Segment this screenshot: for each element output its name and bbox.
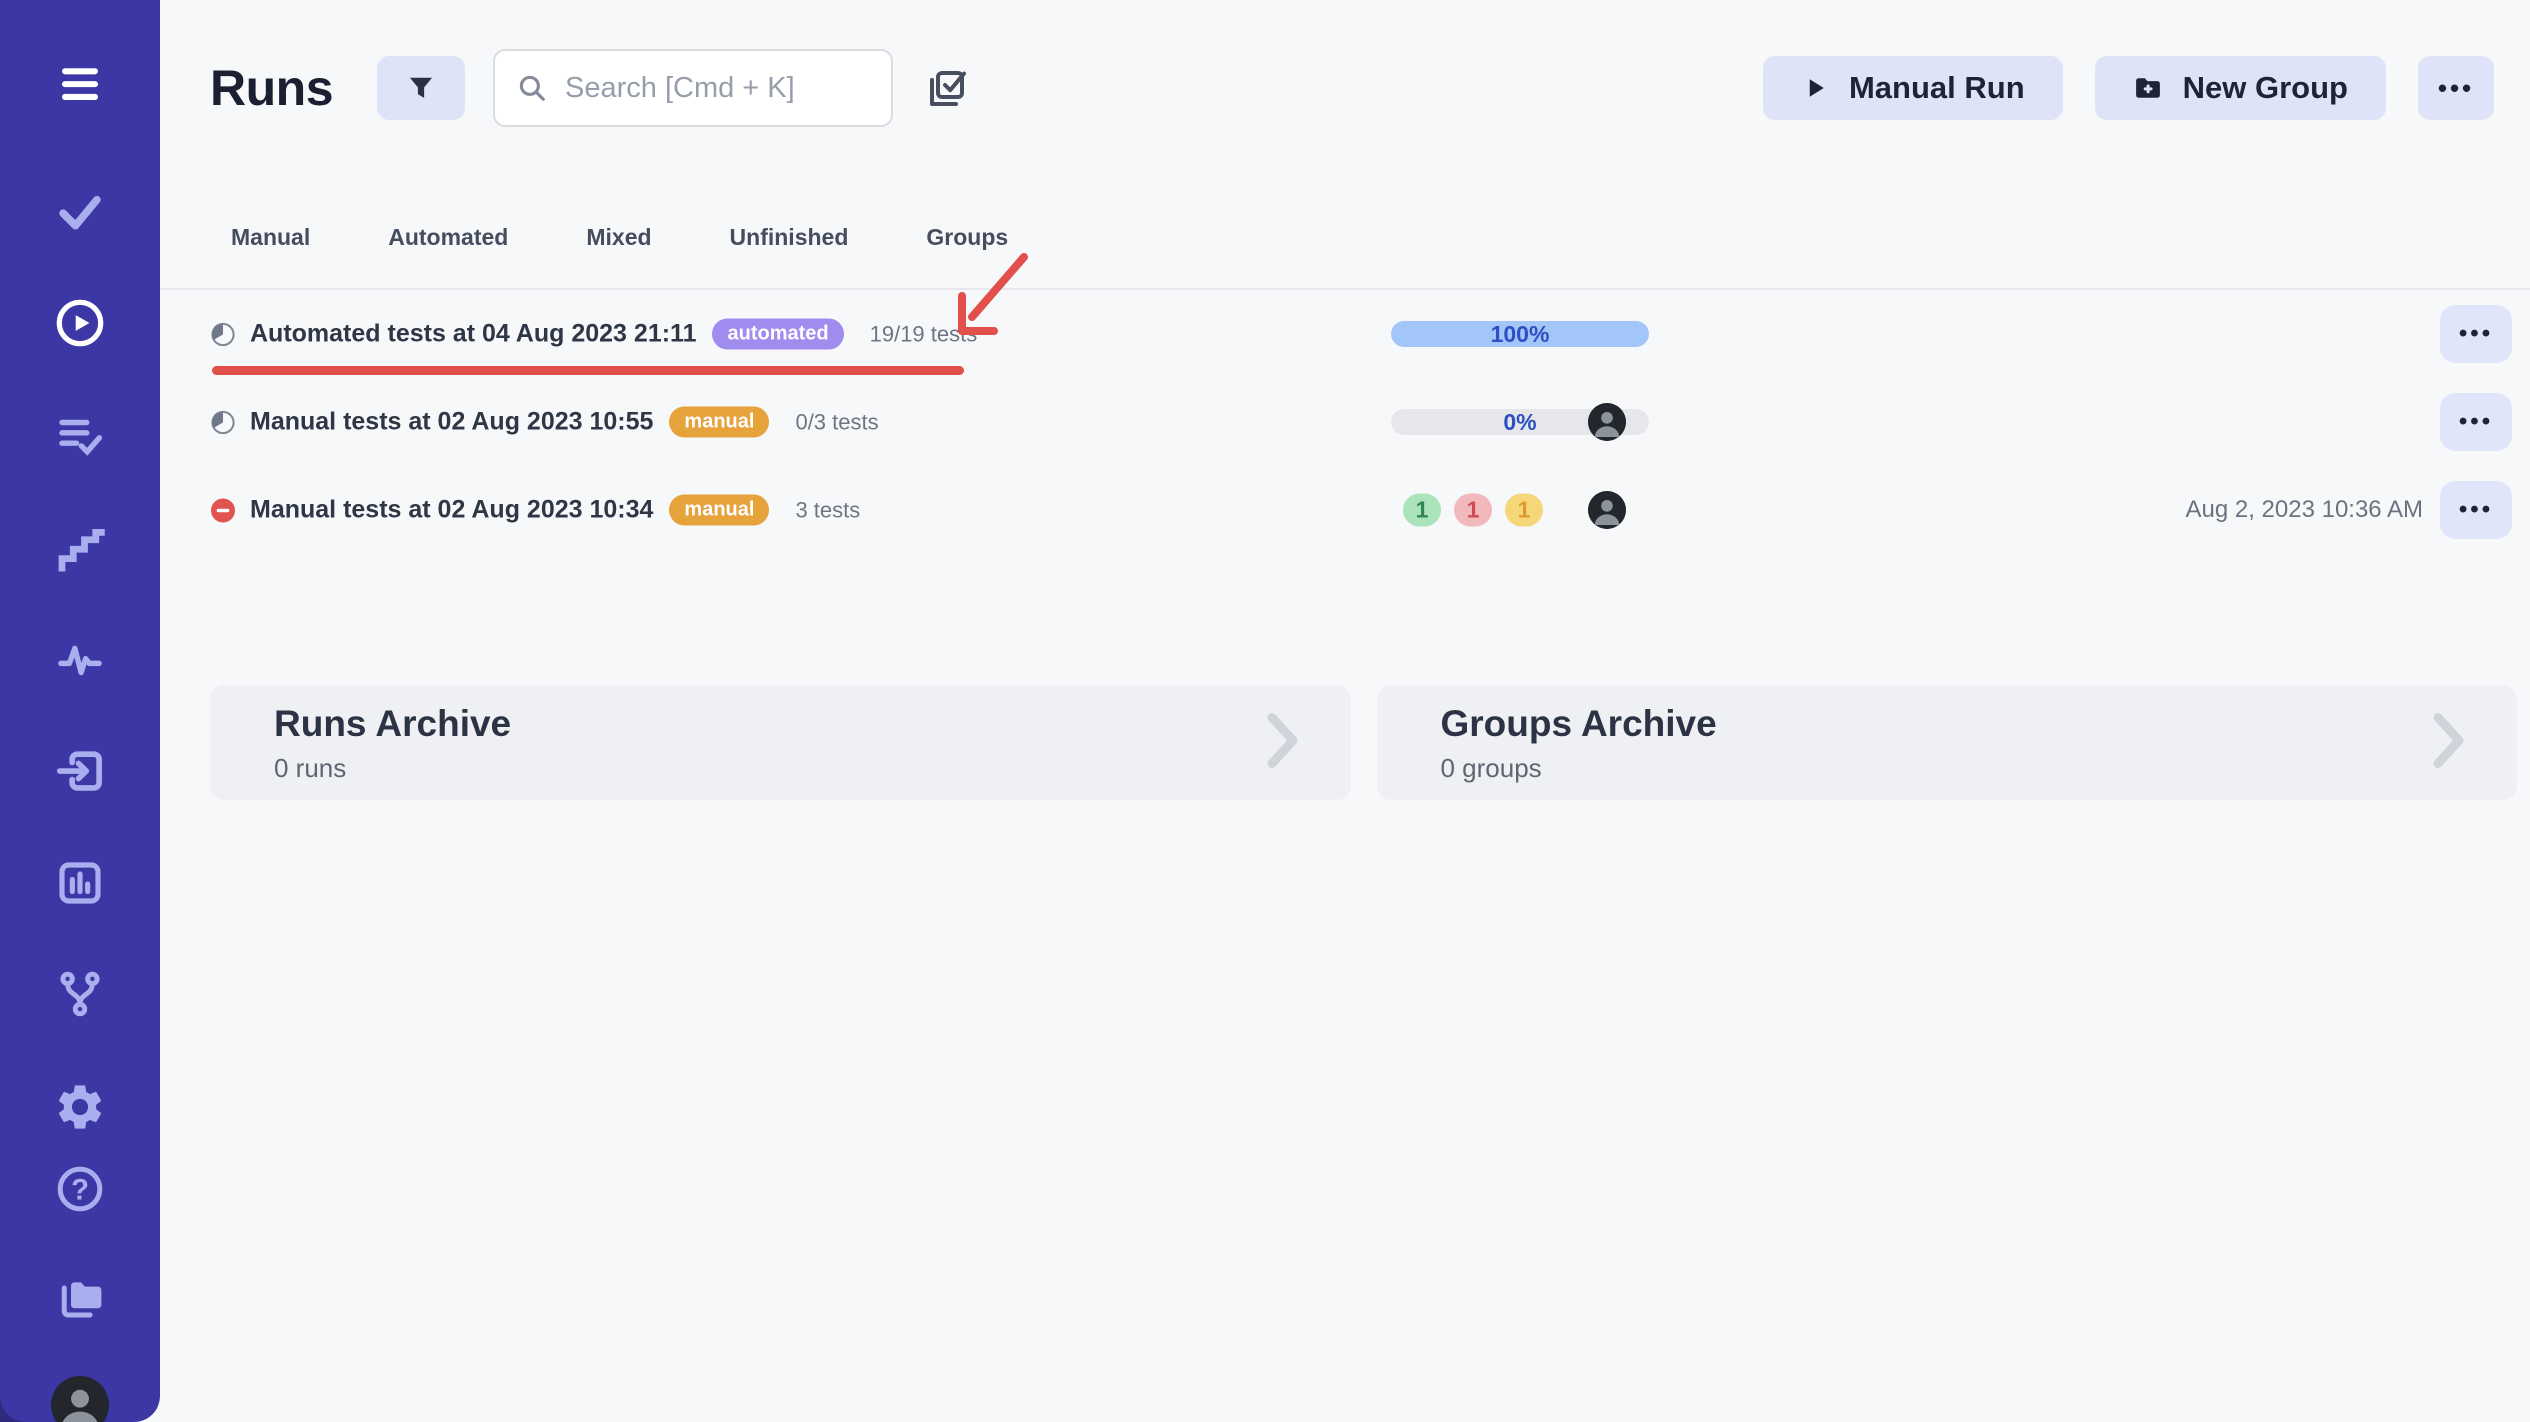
import-icon[interactable] (53, 744, 107, 798)
run-type-badge: automated (712, 319, 843, 350)
settings-icon[interactable] (53, 1080, 107, 1134)
branch-icon[interactable] (53, 967, 107, 1021)
runs-archive-title: Runs Archive (274, 703, 1295, 745)
run-row-manual-1034[interactable]: Manual tests at 02 Aug 2023 10:34 manual… (210, 466, 2530, 554)
filter-icon (404, 71, 438, 105)
run-type-badge: manual (669, 495, 769, 526)
tab-automated[interactable]: Automated (388, 224, 508, 251)
list-check-icon[interactable] (53, 409, 107, 463)
header-actions: Manual Run New Group ••• (1763, 56, 2494, 120)
search-input[interactable] (565, 72, 942, 105)
tab-groups[interactable]: Groups (926, 224, 1008, 251)
chevron-right-icon (1267, 711, 1299, 774)
header-more-button[interactable]: ••• (2418, 56, 2494, 120)
runs-list: Automated tests at 04 Aug 2023 21:11 aut… (210, 290, 2530, 554)
run-row-automated[interactable]: Automated tests at 04 Aug 2023 21:11 aut… (210, 290, 2530, 378)
tab-mixed[interactable]: Mixed (586, 224, 651, 251)
main-content: Runs Manual Run (160, 0, 2530, 1422)
run-main: Automated tests at 04 Aug 2023 21:11 aut… (210, 319, 977, 350)
run-completed-date: Aug 2, 2023 10:36 AM (2185, 496, 2423, 524)
play-icon (1801, 74, 1829, 102)
assignee-avatar (1588, 491, 1626, 529)
chevron-right-icon (2433, 711, 2465, 774)
run-title: Manual tests at 02 Aug 2023 10:55 (250, 408, 653, 437)
tabs: Manual Automated Mixed Unfinished Groups (210, 224, 2530, 251)
search-icon (515, 71, 549, 105)
runs-archive-count: 0 runs (274, 753, 1295, 784)
bulk-select-button[interactable] (921, 64, 969, 112)
run-more-button[interactable]: ••• (2440, 305, 2512, 363)
manual-run-button[interactable]: Manual Run (1763, 56, 2063, 120)
run-title: Manual tests at 02 Aug 2023 10:34 (250, 496, 653, 525)
runs-archive-card[interactable]: Runs Archive 0 runs (210, 685, 1351, 800)
steps-icon[interactable] (53, 522, 107, 576)
run-more-button[interactable]: ••• (2440, 481, 2512, 539)
result-count-skipped: 1 (1505, 494, 1543, 527)
folders-icon[interactable] (53, 1270, 107, 1324)
sidebar: ? (0, 0, 160, 1422)
bulk-select-icon (921, 64, 969, 112)
run-tests-count: 3 tests (795, 497, 860, 523)
run-main: Manual tests at 02 Aug 2023 10:55 manual… (210, 407, 879, 438)
page-title: Runs (210, 59, 333, 117)
run-tests-count: 0/3 tests (795, 409, 878, 435)
groups-archive-count: 0 groups (1441, 753, 2462, 784)
run-title: Automated tests at 04 Aug 2023 21:11 (250, 320, 696, 349)
archives: Runs Archive 0 runs Groups Archive 0 gro… (210, 685, 2517, 800)
filter-button[interactable] (377, 56, 465, 120)
search-box (493, 49, 893, 127)
run-progress-pie-icon (210, 321, 236, 347)
result-count-failed: 1 (1454, 494, 1492, 527)
user-avatar[interactable] (51, 1376, 109, 1422)
run-type-badge: manual (669, 407, 769, 438)
tab-manual[interactable]: Manual (231, 224, 310, 251)
new-group-button[interactable]: New Group (2095, 56, 2386, 120)
progress-label: 100% (1391, 321, 1649, 347)
run-results: 1 1 1 (1403, 494, 1543, 527)
play-circle-icon[interactable] (53, 296, 107, 350)
new-group-label: New Group (2183, 70, 2348, 106)
run-more-button[interactable]: ••• (2440, 393, 2512, 451)
folder-plus-icon (2133, 73, 2163, 103)
bar-chart-icon[interactable] (53, 856, 107, 910)
run-tests-count: 19/19 tests (870, 321, 978, 347)
run-progress-pie-icon (210, 409, 236, 435)
pulse-icon[interactable] (53, 633, 107, 687)
run-row-manual-1055[interactable]: Manual tests at 02 Aug 2023 10:55 manual… (210, 378, 2530, 466)
assignee-avatar (1588, 403, 1626, 441)
run-main: Manual tests at 02 Aug 2023 10:34 manual… (210, 495, 860, 526)
manual-run-label: Manual Run (1849, 70, 2025, 106)
groups-archive-card[interactable]: Groups Archive 0 groups (1377, 685, 2518, 800)
page-header: Runs Manual Run (210, 48, 2494, 128)
svg-text:?: ? (71, 1174, 89, 1206)
help-icon[interactable]: ? (53, 1162, 107, 1216)
menu-icon[interactable] (53, 57, 107, 111)
result-count-passed: 1 (1403, 494, 1441, 527)
run-stopped-icon (210, 497, 236, 523)
check-icon[interactable] (53, 184, 107, 238)
run-progress-bar: 100% (1391, 321, 1649, 347)
tab-unfinished[interactable]: Unfinished (730, 224, 849, 251)
groups-archive-title: Groups Archive (1441, 703, 2462, 745)
